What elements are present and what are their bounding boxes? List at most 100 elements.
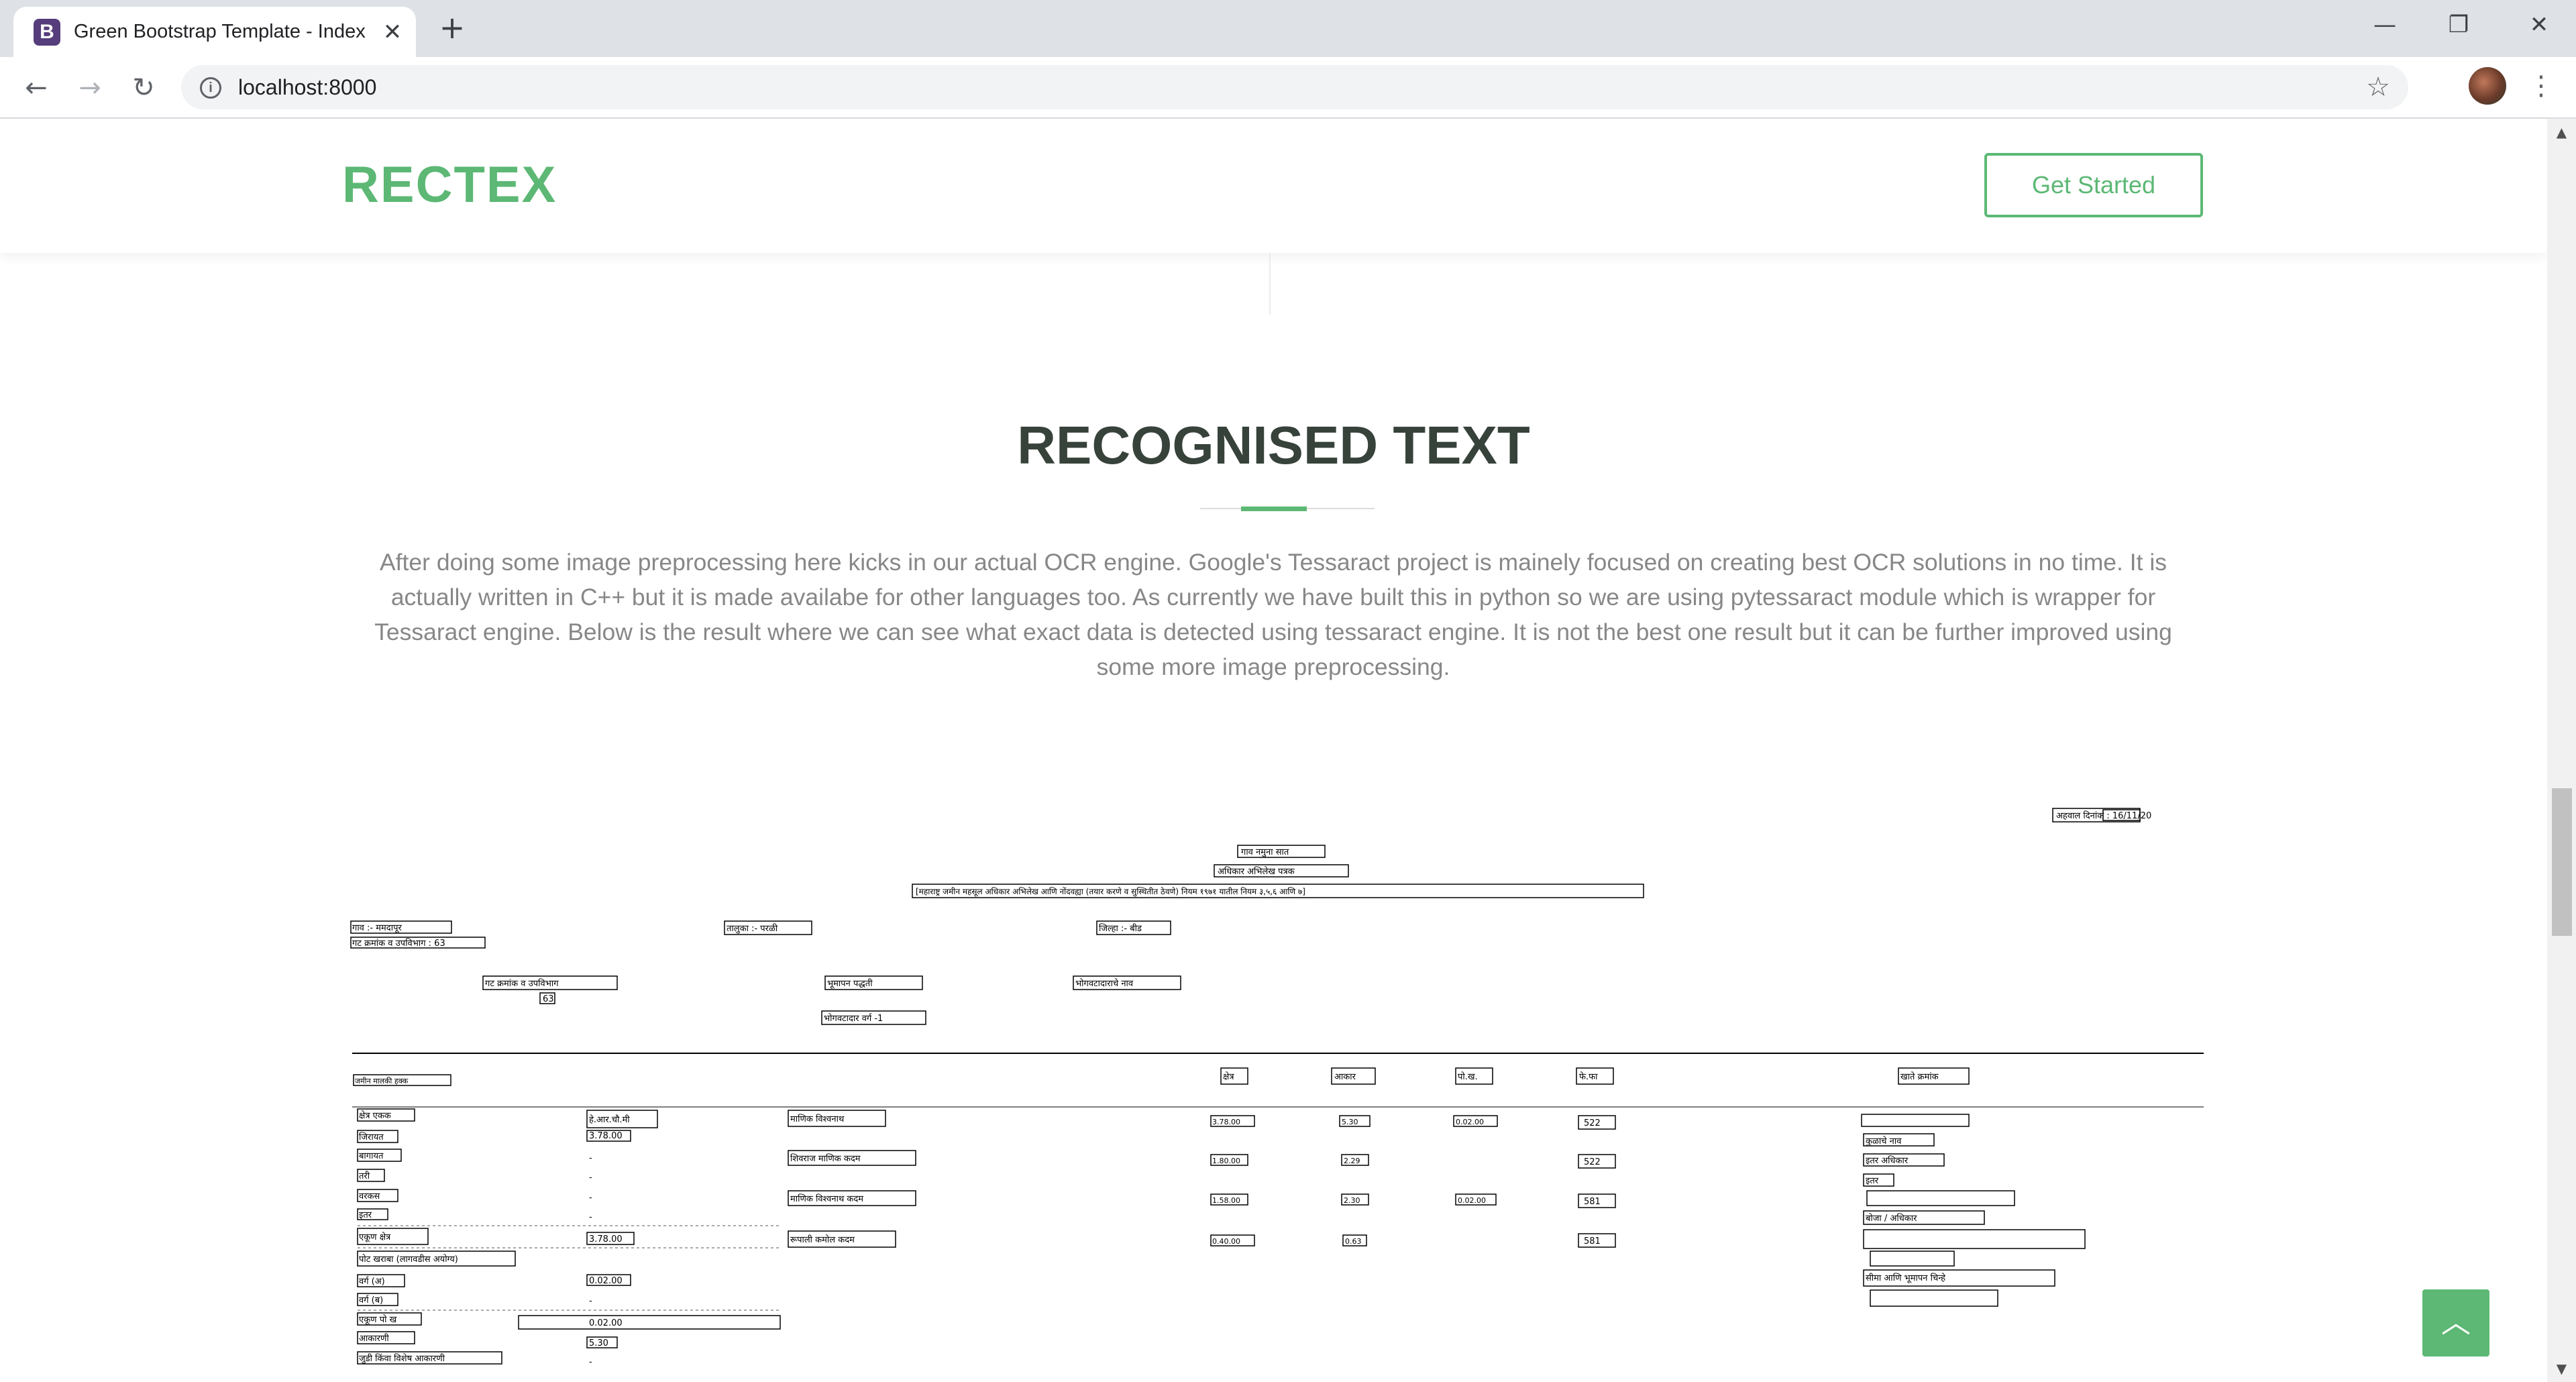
svg-text:खाते क्रमांक: खाते क्रमांक — [1900, 1071, 1939, 1082]
tab-title: Green Bootstrap Template - Index — [74, 21, 366, 42]
svg-text:-: - — [589, 1296, 592, 1306]
svg-text:जमीन मालकी हक्क: जमीन मालकी हक्क — [355, 1077, 409, 1085]
svg-text:आकारणी: आकारणी — [359, 1333, 389, 1344]
svg-text:एकूण क्षेत्र: एकूण क्षेत्र — [359, 1232, 391, 1242]
svg-text:अधिकार अभिलेख पत्रक: अधिकार अभिलेख पत्रक — [1218, 866, 1295, 877]
url-text[interactable]: localhost:8000 — [238, 65, 376, 109]
site-logo[interactable]: RECTEX — [342, 156, 557, 214]
svg-text:पोट खराबा (लागवडीस अयोग्य): पोट खराबा (लागवडीस अयोग्य) — [359, 1254, 458, 1265]
svg-text:पो.ख.: पो.ख. — [1458, 1071, 1478, 1082]
svg-text:इतर: इतर — [359, 1210, 372, 1220]
svg-text:वर्ग (ब): वर्ग (ब) — [359, 1295, 383, 1306]
svg-text:-: - — [589, 1153, 592, 1163]
svg-text:3.78.00: 3.78.00 — [589, 1131, 623, 1141]
svg-text:-: - — [589, 1193, 592, 1203]
close-tab-icon[interactable]: ✕ — [379, 19, 406, 46]
svg-text:क्षेत्र एकक: क्षेत्र एकक — [359, 1110, 392, 1121]
svg-text:0.02.00: 0.02.00 — [589, 1318, 623, 1328]
page-scrollbar[interactable]: ▲ ▼ — [2547, 119, 2576, 1382]
svg-text:भूमापन पद्धती: भूमापन पद्धती — [827, 978, 873, 989]
section-description: After doing some image preprocessing her… — [374, 549, 2172, 680]
svg-text:फे.फा: फे.फा — [1579, 1071, 1598, 1082]
address-bar[interactable]: i localhost:8000 ☆ — [181, 65, 2408, 109]
svg-text:शिवराज माणिक कदम: शिवराज माणिक कदम — [790, 1153, 861, 1164]
svg-text:तालुका :- परळी: तालुका :- परळी — [727, 923, 778, 934]
info-icon[interactable]: i — [200, 77, 221, 99]
svg-text:3.78.00: 3.78.00 — [1212, 1118, 1240, 1126]
forward-arrow-icon[interactable]: → — [71, 69, 109, 107]
new-tab-button[interactable]: + — [435, 10, 470, 45]
svg-text:भोगवटादाराचे नाव: भोगवटादाराचे नाव — [1075, 978, 1134, 989]
svg-text:0.02.00: 0.02.00 — [1456, 1118, 1484, 1126]
reload-icon[interactable]: ↻ — [125, 69, 162, 107]
svg-text:गाव नमुना सात: गाव नमुना सात — [1241, 847, 1289, 857]
svg-text:1.58.00: 1.58.00 — [1212, 1196, 1240, 1205]
browser-tab[interactable]: B Green Bootstrap Template - Index ✕ — [13, 7, 416, 57]
svg-text:0.02.00: 0.02.00 — [1458, 1196, 1486, 1205]
svg-text:3.78.00: 3.78.00 — [589, 1234, 623, 1244]
svg-text:तरी: तरी — [359, 1171, 370, 1181]
svg-text:0.63: 0.63 — [1345, 1237, 1362, 1246]
site-header: RECTEX Get Started — [0, 119, 2547, 253]
profile-avatar[interactable] — [2469, 67, 2506, 105]
svg-text:-: - — [589, 1357, 592, 1367]
svg-text:गट क्रमांक व उपविभाग: गट क्रमांक व उपविभाग — [485, 978, 559, 989]
svg-text:वर्ग (अ): वर्ग (अ) — [359, 1276, 385, 1287]
scroll-up-icon[interactable]: ▲ — [2547, 119, 2576, 146]
svg-text:इतर: इतर — [1866, 1176, 1879, 1186]
svg-text:एकूण पो ख: एकूण पो ख — [359, 1314, 397, 1325]
ocr-result-image: अहवाल दिनांक : 16/11/20 गाव नमुना सात अध… — [339, 795, 2210, 1382]
svg-text:522: 522 — [1584, 1157, 1601, 1167]
svg-text:गट क्रमांक व उपविभाग : 63: गट क्रमांक व उपविभाग : 63 — [352, 938, 445, 949]
get-started-button[interactable]: Get Started — [1984, 153, 2203, 217]
svg-text:1.80.00: 1.80.00 — [1212, 1157, 1240, 1165]
svg-text:रूपाली कमोल कदम: रूपाली कमोल कदम — [790, 1234, 855, 1245]
svg-text:-: - — [589, 1173, 592, 1183]
scroll-down-icon[interactable]: ▼ — [2547, 1355, 2576, 1382]
svg-text:भोगवटादार वर्ग -1: भोगवटादार वर्ग -1 — [824, 1013, 883, 1024]
svg-text:-: - — [589, 1212, 592, 1222]
svg-text:581: 581 — [1584, 1197, 1601, 1207]
kebab-menu-icon[interactable]: ⋮ — [2522, 67, 2560, 105]
back-arrow-icon[interactable]: ← — [17, 69, 55, 107]
svg-text:क्षेत्र: क्षेत्र — [1223, 1071, 1234, 1082]
close-window-button[interactable]: ✕ — [2502, 0, 2576, 50]
svg-text:2.29: 2.29 — [1344, 1157, 1360, 1165]
svg-text:माणिक विश्वनाथ कदम: माणिक विश्वनाथ कदम — [790, 1193, 863, 1204]
svg-text:5.30: 5.30 — [589, 1338, 608, 1348]
section-title: RECOGNISED TEXT — [1017, 415, 1530, 475]
svg-text:जुडी किंवा विशेष आकारणी: जुडी किंवा विशेष आकारणी — [359, 1353, 445, 1364]
svg-text:आकार: आकार — [1334, 1072, 1356, 1082]
minimize-button[interactable]: — — [2348, 0, 2422, 50]
svg-text:बोजा / अधिकार: बोजा / अधिकार — [1866, 1213, 1917, 1224]
browser-tab-bar: B Green Bootstrap Template - Index ✕ + —… — [0, 0, 2576, 57]
svg-text:63: 63 — [543, 994, 554, 1004]
title-accent-line — [1241, 507, 1307, 511]
svg-text:कुळाचे नाव: कुळाचे नाव — [1866, 1136, 1902, 1147]
svg-text:अहवाल दिनांक : 16/11/20: अहवाल दिनांक : 16/11/20 — [2056, 810, 2151, 821]
svg-text:581: 581 — [1584, 1236, 1601, 1246]
svg-text:जिरायत: जिरायत — [359, 1132, 384, 1142]
svg-text:5.30: 5.30 — [1342, 1118, 1358, 1126]
bootstrap-favicon-icon: B — [34, 19, 60, 46]
svg-text:0.02.00: 0.02.00 — [589, 1276, 623, 1286]
svg-text:सीमा आणि भूमापन चिन्हे: सीमा आणि भूमापन चिन्हे — [1866, 1273, 1946, 1283]
restore-button[interactable]: ❐ — [2422, 0, 2496, 50]
svg-text:वरकस: वरकस — [359, 1191, 380, 1202]
svg-text:इतर अधिकार: इतर अधिकार — [1866, 1155, 1909, 1166]
svg-text:522: 522 — [1584, 1118, 1601, 1128]
browser-toolbar: ← → ↻ i localhost:8000 ☆ ⋮ — [0, 57, 2576, 119]
svg-text:गाव :- ममदापूर: गाव :- ममदापूर — [352, 923, 402, 933]
scrollbar-thumb[interactable] — [2552, 788, 2572, 936]
star-icon[interactable]: ☆ — [2361, 70, 2395, 104]
svg-text:[महाराष्ट्र जमीन महसूल अधिकार: [महाराष्ट्र जमीन महसूल अधिकार अभिलेख आणि… — [916, 887, 1305, 897]
svg-text:हे.आर.चौ.मी: हे.आर.चौ.मी — [589, 1114, 630, 1125]
section-divider — [1269, 253, 1271, 315]
svg-text:जिल्हा :- बीड: जिल्हा :- बीड — [1099, 923, 1142, 934]
chevron-up-icon: ︿ — [2441, 1306, 2471, 1340]
svg-text:बागायत: बागायत — [359, 1151, 384, 1161]
back-to-top-button[interactable]: ︿ — [2422, 1289, 2489, 1357]
svg-text:0.40.00: 0.40.00 — [1212, 1237, 1240, 1246]
svg-text:माणिक विश्वनाथ: माणिक विश्वनाथ — [790, 1114, 845, 1124]
svg-text:2.30: 2.30 — [1344, 1196, 1360, 1205]
